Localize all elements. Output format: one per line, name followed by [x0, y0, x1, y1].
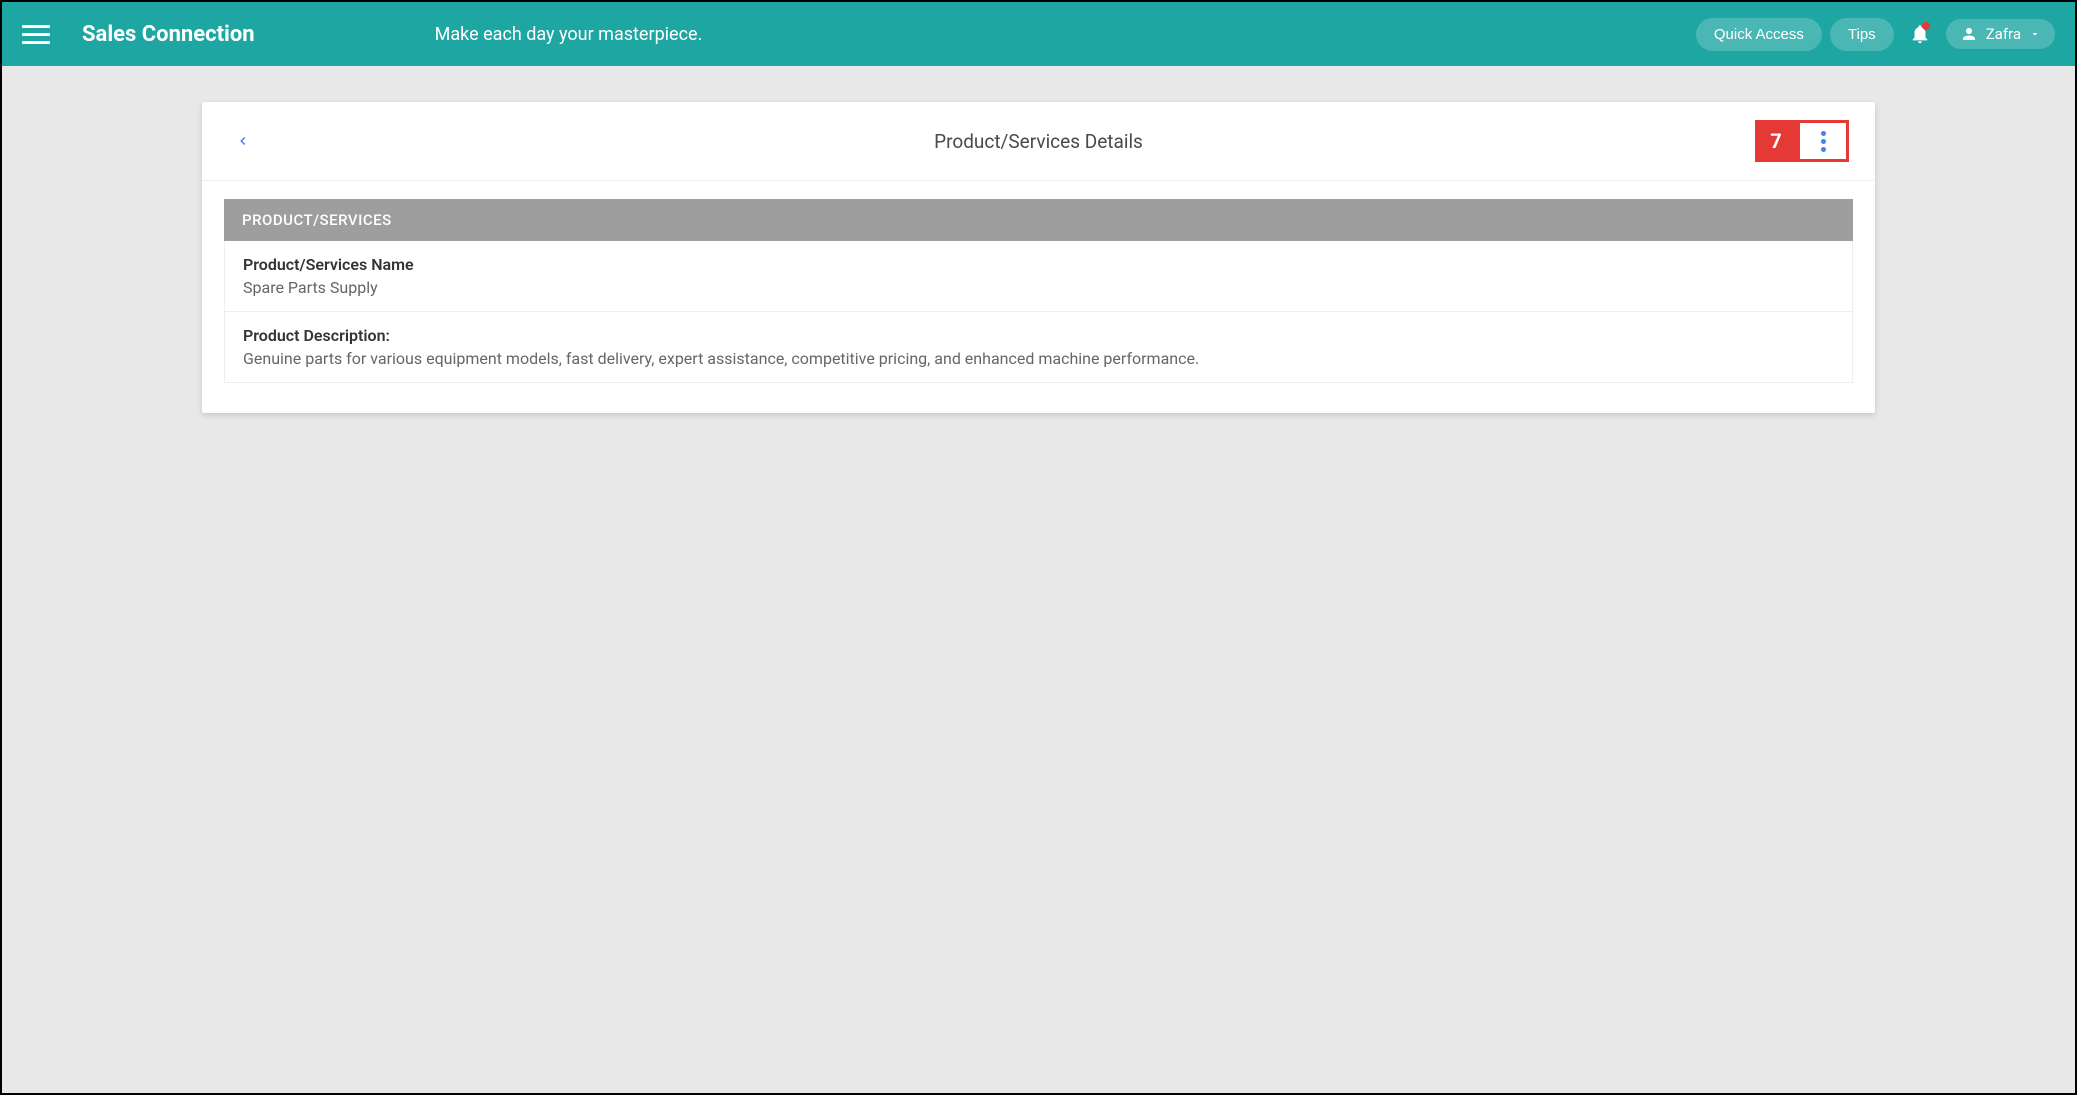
- content-area: Product/Services Details 7 PRODUCT/SERVI…: [2, 66, 2075, 449]
- user-name-label: Zafra: [1986, 25, 2021, 43]
- app-header: Sales Connection Make each day your mast…: [2, 2, 2075, 66]
- field-row: Product/Services Name Spare Parts Supply: [224, 241, 1853, 312]
- field-label: Product Description:: [243, 326, 1834, 345]
- chevron-down-icon: [2029, 28, 2041, 40]
- notification-dot-icon: [1922, 22, 1930, 30]
- notifications-bell-icon[interactable]: [1902, 16, 1938, 52]
- field-label: Product/Services Name: [243, 255, 1834, 274]
- field-row: Product Description: Genuine parts for v…: [224, 312, 1853, 383]
- back-button[interactable]: [228, 126, 258, 156]
- tagline-text: Make each day your masterpiece.: [435, 24, 703, 45]
- header-actions: Quick Access Tips Zafra: [1696, 16, 2055, 52]
- app-title: Sales Connection: [82, 22, 255, 47]
- annotation-badge: 7: [1755, 120, 1797, 162]
- tips-button[interactable]: Tips: [1830, 18, 1894, 51]
- section-header: PRODUCT/SERVICES: [224, 199, 1853, 241]
- card-header: Product/Services Details 7: [202, 102, 1875, 181]
- card-actions: 7: [1755, 120, 1849, 162]
- user-avatar-icon: [1960, 25, 1978, 43]
- field-value: Genuine parts for various equipment mode…: [243, 349, 1834, 368]
- more-options-button[interactable]: [1797, 120, 1849, 162]
- field-value: Spare Parts Supply: [243, 278, 1834, 297]
- product-services-section: PRODUCT/SERVICES Product/Services Name S…: [202, 181, 1875, 413]
- hamburger-menu-icon[interactable]: [22, 20, 50, 48]
- vertical-dots-icon: [1821, 131, 1826, 152]
- details-card: Product/Services Details 7 PRODUCT/SERVI…: [202, 102, 1875, 413]
- chevron-left-icon: [236, 134, 250, 148]
- user-menu-button[interactable]: Zafra: [1946, 19, 2055, 49]
- page-title: Product/Services Details: [934, 130, 1143, 153]
- quick-access-button[interactable]: Quick Access: [1696, 18, 1822, 51]
